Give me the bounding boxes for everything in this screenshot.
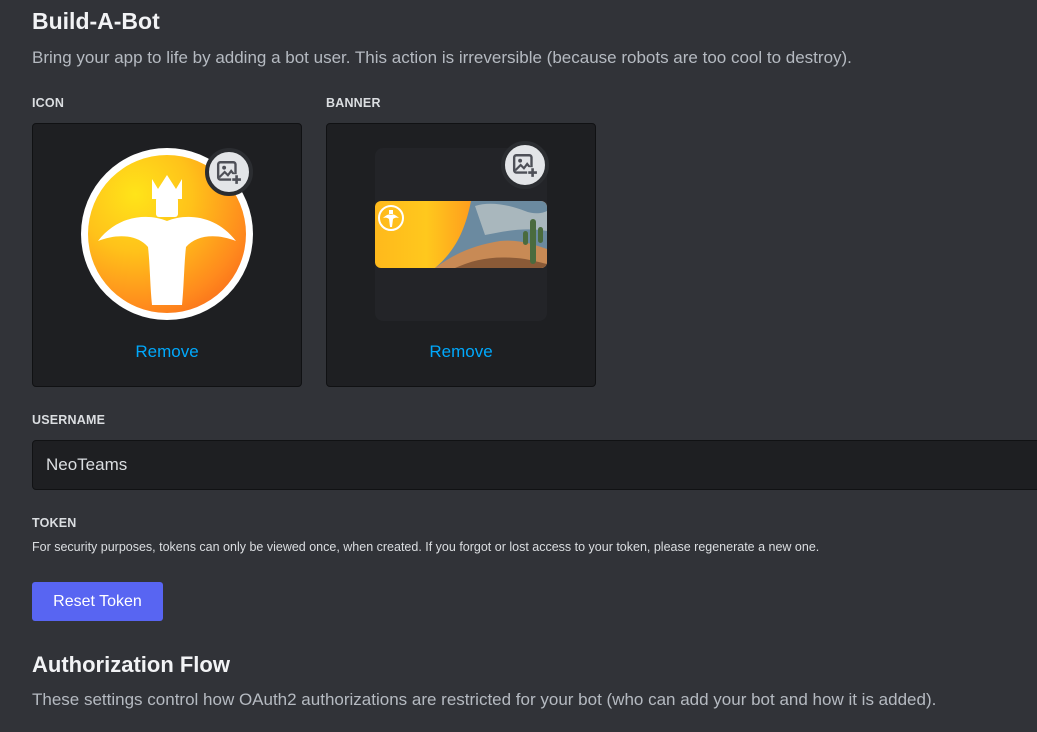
icon-remove-link[interactable]: Remove [33, 342, 301, 362]
username-input[interactable] [32, 440, 1037, 490]
desert-banner-image [378, 201, 547, 268]
reset-token-button[interactable]: Reset Token [32, 582, 163, 621]
token-help-text: For security purposes, tokens can only b… [32, 540, 820, 554]
username-label: USERNAME [32, 413, 106, 427]
token-label: TOKEN [32, 516, 77, 530]
image-plus-icon [512, 154, 538, 178]
authorization-flow-description: These settings control how OAuth2 author… [32, 690, 937, 709]
icon-card[interactable]: Remove [32, 123, 302, 387]
icon-label: ICON [32, 96, 65, 110]
banner-image [375, 201, 547, 268]
bot-settings-page: Build-A-Bot Bring your app to life by ad… [0, 0, 1037, 732]
banner-label: BANNER [326, 96, 381, 110]
build-a-bot-description: Bring your app to life by adding a bot u… [32, 48, 852, 67]
build-a-bot-title: Build-A-Bot [32, 8, 160, 34]
image-plus-icon [216, 161, 242, 185]
banner-upload-button[interactable] [501, 141, 549, 189]
banner-card[interactable]: Remove [326, 123, 596, 387]
icon-upload-button[interactable] [205, 148, 253, 196]
authorization-flow-title: Authorization Flow [32, 652, 230, 677]
banner-remove-link[interactable]: Remove [327, 342, 595, 362]
